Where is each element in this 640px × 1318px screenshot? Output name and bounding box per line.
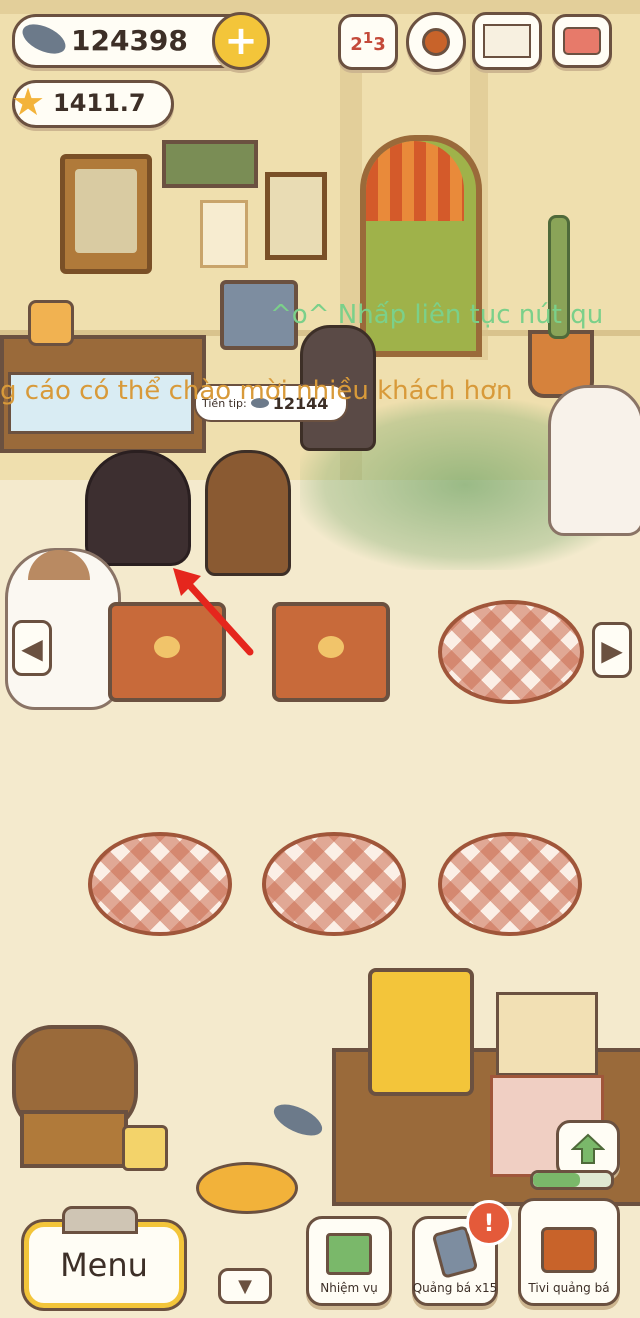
- ranking-button[interactable]: 213: [338, 14, 398, 70]
- fish-icon: [18, 18, 70, 60]
- gear-icon: [422, 28, 450, 56]
- skunk-customer[interactable]: [85, 450, 191, 566]
- promo-hint-line1: ^o^ Nhấp liên tục nút qu: [270, 300, 604, 330]
- pet-bowl[interactable]: [196, 1162, 298, 1214]
- coffee-bags: [496, 992, 598, 1076]
- barrel-stand: [20, 1110, 128, 1168]
- fish-bone-frame: [162, 140, 258, 188]
- paw-icon: [318, 636, 344, 658]
- certificate-frame: [200, 200, 248, 268]
- ranking-icon: 213: [350, 29, 386, 55]
- clipboard-clip: [62, 1206, 138, 1234]
- chevron-right-icon: ▶: [601, 633, 623, 667]
- star-currency-display: ★ 1411.7: [11, 80, 174, 128]
- beer-mug: [122, 1125, 168, 1171]
- tv-advertise-label: Tivi quảng bá: [528, 1281, 610, 1295]
- checklist-icon: [326, 1233, 372, 1275]
- checkered-table-4[interactable]: [438, 832, 582, 936]
- alert-badge: !: [466, 1200, 512, 1246]
- settings-button[interactable]: [406, 12, 466, 72]
- pancake-stack: [28, 300, 74, 346]
- cushion-seat-2[interactable]: [272, 602, 390, 702]
- camera-button[interactable]: [552, 14, 612, 68]
- book-icon: [483, 24, 531, 58]
- alert-icon: !: [483, 1209, 495, 1237]
- chevron-down-icon: ▼: [238, 1275, 252, 1297]
- catalog-button[interactable]: [472, 12, 542, 70]
- promo-hint-line2: g cáo có thể chào mời nhiều khách hơn: [0, 376, 513, 406]
- chevron-left-icon: ◀: [21, 631, 43, 665]
- checkered-table-3[interactable]: [262, 832, 406, 936]
- quest-label: Nhiệm vụ: [320, 1281, 378, 1295]
- fish-count: 124398: [71, 24, 188, 57]
- up-arrow-icon: [571, 1133, 605, 1164]
- checkered-table-1[interactable]: [438, 600, 584, 704]
- upgrade-progress-bar: [530, 1170, 614, 1190]
- coffee-machine[interactable]: [368, 968, 474, 1096]
- menu-label: Menu: [60, 1246, 148, 1284]
- menu-button[interactable]: Menu: [24, 1222, 184, 1308]
- quest-button[interactable]: Nhiệm vụ: [306, 1216, 392, 1306]
- star-count: 1411.7: [53, 89, 146, 117]
- white-cat-staff[interactable]: [548, 385, 640, 536]
- tutorial-arrow: [173, 568, 254, 656]
- collapse-button[interactable]: ▼: [218, 1268, 272, 1304]
- add-fish-button[interactable]: +: [212, 12, 270, 70]
- checkered-table-2[interactable]: [88, 832, 232, 936]
- hedgehog-customer[interactable]: [205, 450, 291, 576]
- star-icon: ★: [11, 80, 46, 124]
- camera-icon: [563, 27, 601, 55]
- tv-advertise-button[interactable]: Tivi quảng bá: [518, 1198, 620, 1306]
- ceiling-beam: [0, 0, 640, 14]
- advertise-label: Quảng bá x15: [412, 1281, 498, 1295]
- scroll-right-button[interactable]: ▶: [592, 622, 632, 678]
- tv-icon: [541, 1227, 597, 1273]
- cat-portrait-frame: [60, 154, 152, 274]
- plus-icon: +: [224, 18, 258, 64]
- scroll-left-button[interactable]: ◀: [12, 620, 52, 676]
- leaf-frame: [265, 172, 327, 260]
